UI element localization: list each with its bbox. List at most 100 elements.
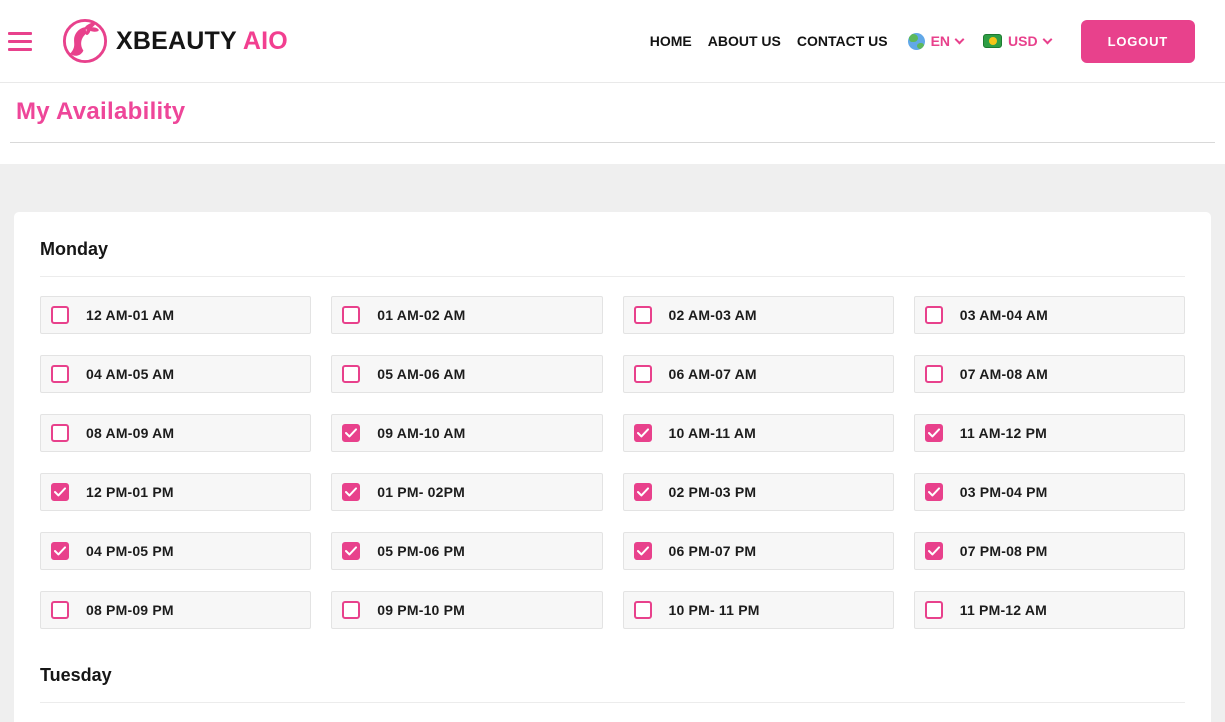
page-title: My Availability bbox=[16, 98, 1225, 126]
time-slot[interactable]: 04 PM-05 PM bbox=[40, 532, 311, 570]
menu-icon[interactable] bbox=[8, 32, 32, 51]
time-slot-label: 11 AM-12 PM bbox=[960, 425, 1047, 441]
checkbox-icon[interactable] bbox=[342, 424, 360, 442]
slot-grid: 12 AM-01 AM 01 AM-02 AM 02 AM-03 AM 03 A… bbox=[40, 296, 1185, 629]
brand-logo-icon bbox=[62, 18, 108, 64]
checkbox-icon[interactable] bbox=[342, 365, 360, 383]
time-slot[interactable]: 09 AM-10 AM bbox=[331, 414, 602, 452]
time-slot[interactable]: 12 AM-01 AM bbox=[40, 296, 311, 334]
time-slot-label: 10 PM- 11 PM bbox=[669, 602, 760, 618]
time-slot-label: 09 AM-10 AM bbox=[377, 425, 465, 441]
brand-logo[interactable]: XBEAUTYAIO bbox=[62, 18, 288, 64]
time-slot[interactable]: 11 AM-12 PM bbox=[914, 414, 1185, 452]
time-slot-label: 01 AM-02 AM bbox=[377, 307, 465, 323]
checkbox-icon[interactable] bbox=[925, 365, 943, 383]
checkbox-icon[interactable] bbox=[51, 483, 69, 501]
time-slot[interactable]: 07 AM-08 AM bbox=[914, 355, 1185, 393]
checkbox-icon[interactable] bbox=[634, 483, 652, 501]
time-slot-label: 04 PM-05 PM bbox=[86, 543, 174, 559]
time-slot-label: 05 AM-06 AM bbox=[377, 366, 465, 382]
checkbox-icon[interactable] bbox=[51, 424, 69, 442]
day-section: Monday 12 AM-01 AM 01 AM-02 AM 02 AM-03 … bbox=[40, 239, 1185, 629]
checkbox-icon[interactable] bbox=[634, 424, 652, 442]
language-selector[interactable]: EN bbox=[908, 33, 963, 50]
day-section: Tuesday bbox=[40, 665, 1185, 722]
checkbox-icon[interactable] bbox=[342, 483, 360, 501]
time-slot-label: 02 PM-03 PM bbox=[669, 484, 757, 500]
checkbox-icon[interactable] bbox=[342, 306, 360, 324]
time-slot-label: 08 AM-09 AM bbox=[86, 425, 174, 441]
time-slot[interactable]: 01 AM-02 AM bbox=[331, 296, 602, 334]
time-slot[interactable]: 07 PM-08 PM bbox=[914, 532, 1185, 570]
time-slot[interactable]: 02 PM-03 PM bbox=[623, 473, 894, 511]
time-slot-label: 03 AM-04 AM bbox=[960, 307, 1048, 323]
time-slot[interactable]: 01 PM- 02PM bbox=[331, 473, 602, 511]
currency-value: USD bbox=[1008, 33, 1038, 49]
time-slot-label: 12 PM-01 PM bbox=[86, 484, 174, 500]
time-slot[interactable]: 03 PM-04 PM bbox=[914, 473, 1185, 511]
checkbox-icon[interactable] bbox=[51, 542, 69, 560]
time-slot[interactable]: 10 PM- 11 PM bbox=[623, 591, 894, 629]
checkbox-icon[interactable] bbox=[925, 601, 943, 619]
main-content: Monday 12 AM-01 AM 01 AM-02 AM 02 AM-03 … bbox=[0, 164, 1225, 722]
time-slot-label: 01 PM- 02PM bbox=[377, 484, 465, 500]
checkbox-icon[interactable] bbox=[634, 601, 652, 619]
time-slot-label: 07 AM-08 AM bbox=[960, 366, 1048, 382]
time-slot[interactable]: 10 AM-11 AM bbox=[623, 414, 894, 452]
brand-name-secondary: AIO bbox=[243, 27, 288, 55]
time-slot-label: 09 PM-10 PM bbox=[377, 602, 465, 618]
chevron-down-icon bbox=[1042, 34, 1052, 44]
time-slot-label: 02 AM-03 AM bbox=[669, 307, 757, 323]
time-slot[interactable]: 05 PM-06 PM bbox=[331, 532, 602, 570]
day-title: Monday bbox=[40, 239, 1185, 260]
time-slot-label: 07 PM-08 PM bbox=[960, 543, 1048, 559]
header: XBEAUTYAIO HOME ABOUT US CONTACT US EN U… bbox=[0, 0, 1225, 83]
currency-flag-icon bbox=[983, 34, 1002, 48]
nav-link-home[interactable]: HOME bbox=[650, 33, 692, 49]
time-slot[interactable]: 04 AM-05 AM bbox=[40, 355, 311, 393]
checkbox-icon[interactable] bbox=[925, 483, 943, 501]
checkbox-icon[interactable] bbox=[634, 306, 652, 324]
logout-button[interactable]: LOGOUT bbox=[1081, 20, 1195, 63]
time-slot-label: 06 PM-07 PM bbox=[669, 543, 757, 559]
nav-link-contact-us[interactable]: CONTACT US bbox=[797, 33, 888, 49]
brand-wordmark: XBEAUTYAIO bbox=[116, 27, 288, 56]
checkbox-icon[interactable] bbox=[51, 306, 69, 324]
globe-icon bbox=[908, 33, 925, 50]
nav-link-about-us[interactable]: ABOUT US bbox=[708, 33, 781, 49]
time-slot-label: 08 PM-09 PM bbox=[86, 602, 174, 618]
time-slot[interactable]: 08 PM-09 PM bbox=[40, 591, 311, 629]
day-divider bbox=[40, 702, 1185, 703]
time-slot[interactable]: 02 AM-03 AM bbox=[623, 296, 894, 334]
time-slot[interactable]: 03 AM-04 AM bbox=[914, 296, 1185, 334]
availability-card: Monday 12 AM-01 AM 01 AM-02 AM 02 AM-03 … bbox=[14, 212, 1211, 722]
time-slot-label: 06 AM-07 AM bbox=[669, 366, 757, 382]
chevron-down-icon bbox=[955, 34, 965, 44]
time-slot-label: 04 AM-05 AM bbox=[86, 366, 174, 382]
checkbox-icon[interactable] bbox=[925, 424, 943, 442]
time-slot[interactable]: 08 AM-09 AM bbox=[40, 414, 311, 452]
checkbox-icon[interactable] bbox=[342, 601, 360, 619]
day-divider bbox=[40, 276, 1185, 277]
time-slot-label: 10 AM-11 AM bbox=[669, 425, 757, 441]
checkbox-icon[interactable] bbox=[51, 365, 69, 383]
page-title-band: My Availability bbox=[0, 83, 1225, 164]
time-slot-label: 12 AM-01 AM bbox=[86, 307, 174, 323]
time-slot[interactable]: 11 PM-12 AM bbox=[914, 591, 1185, 629]
time-slot[interactable]: 06 PM-07 PM bbox=[623, 532, 894, 570]
language-value: EN bbox=[931, 33, 950, 49]
time-slot[interactable]: 12 PM-01 PM bbox=[40, 473, 311, 511]
checkbox-icon[interactable] bbox=[925, 542, 943, 560]
time-slot[interactable]: 06 AM-07 AM bbox=[623, 355, 894, 393]
time-slot-label: 05 PM-06 PM bbox=[377, 543, 465, 559]
checkbox-icon[interactable] bbox=[634, 542, 652, 560]
main-nav: HOME ABOUT US CONTACT US EN USD LOGOUT bbox=[650, 20, 1195, 63]
checkbox-icon[interactable] bbox=[634, 365, 652, 383]
time-slot-label: 03 PM-04 PM bbox=[960, 484, 1048, 500]
time-slot[interactable]: 05 AM-06 AM bbox=[331, 355, 602, 393]
checkbox-icon[interactable] bbox=[925, 306, 943, 324]
checkbox-icon[interactable] bbox=[51, 601, 69, 619]
time-slot[interactable]: 09 PM-10 PM bbox=[331, 591, 602, 629]
checkbox-icon[interactable] bbox=[342, 542, 360, 560]
currency-selector[interactable]: USD bbox=[983, 33, 1051, 49]
